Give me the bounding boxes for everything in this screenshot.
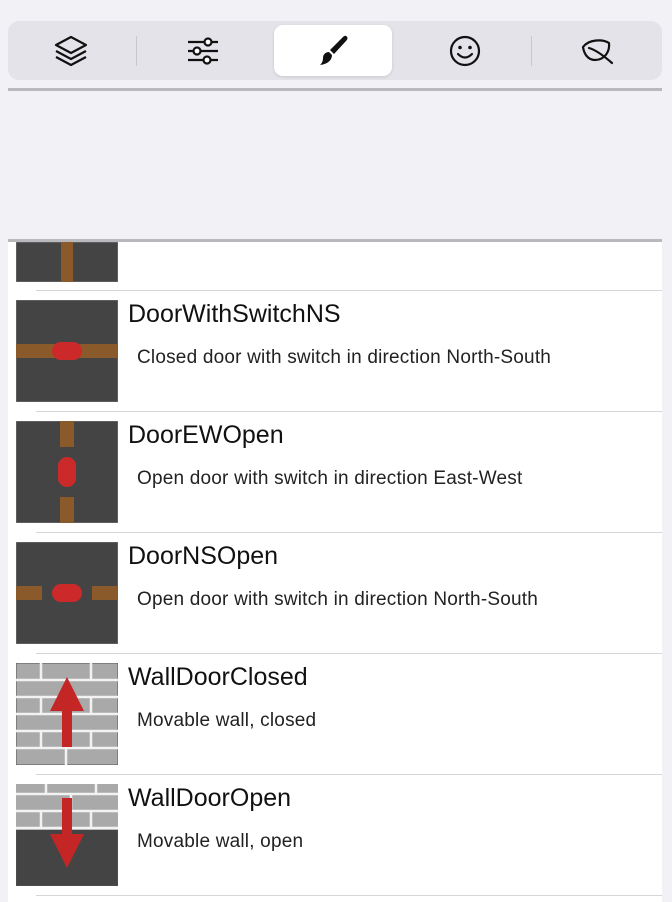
row-separator xyxy=(36,895,662,896)
layers-icon xyxy=(54,35,88,66)
partial-row-thumbnail[interactable] xyxy=(15,242,119,283)
list-item[interactable]: DoorNSOpen Open door with switch in dire… xyxy=(8,532,662,653)
sliders-icon xyxy=(188,36,218,65)
item-description: Open door with switch in direction North… xyxy=(137,589,539,610)
list-item[interactable]: DoorEWOpen Open door with switch in dire… xyxy=(8,411,662,532)
list-item[interactable]: WallDoorClosed Movable wall, closed xyxy=(8,653,662,774)
door-open-ew-thumbnail xyxy=(16,421,118,523)
door-open-ns-thumbnail xyxy=(16,542,118,644)
tab-divider xyxy=(531,36,532,66)
list-item[interactable]: DoorWithSwitchNS Closed door with switch… xyxy=(8,290,662,411)
tab-paint[interactable] xyxy=(274,25,392,76)
smiley-icon xyxy=(449,35,481,66)
tab-settings[interactable] xyxy=(144,25,262,76)
tile-list[interactable]: DoorWithSwitchNS Closed door with switch… xyxy=(8,242,662,902)
tab-nature[interactable] xyxy=(538,25,656,76)
leaf-icon xyxy=(581,38,614,64)
preview-area xyxy=(8,93,662,239)
door-closed-ns-thumbnail xyxy=(16,300,118,402)
tool-tab-bar xyxy=(8,21,662,80)
item-title: DoorEWOpen xyxy=(128,421,284,449)
item-title: WallDoorClosed xyxy=(128,663,308,691)
paintbrush-icon xyxy=(320,35,348,65)
top-divider xyxy=(8,88,662,91)
tab-characters[interactable] xyxy=(406,25,524,76)
item-title: DoorNSOpen xyxy=(128,542,279,570)
item-description: Movable wall, open xyxy=(137,831,304,852)
item-description: Movable wall, closed xyxy=(137,710,317,731)
item-title: DoorWithSwitchNS xyxy=(128,300,341,328)
item-description: Open door with switch in direction East-… xyxy=(137,468,523,489)
item-description: Closed door with switch in direction Nor… xyxy=(137,347,552,368)
tab-layers[interactable] xyxy=(12,25,130,76)
item-title: WallDoorOpen xyxy=(128,784,292,812)
list-item[interactable]: WallDoorOpen Movable wall, open xyxy=(8,774,662,895)
tab-divider xyxy=(136,36,137,66)
wall-down-arrow-thumbnail xyxy=(16,784,118,886)
wall-up-arrow-thumbnail xyxy=(16,663,118,765)
